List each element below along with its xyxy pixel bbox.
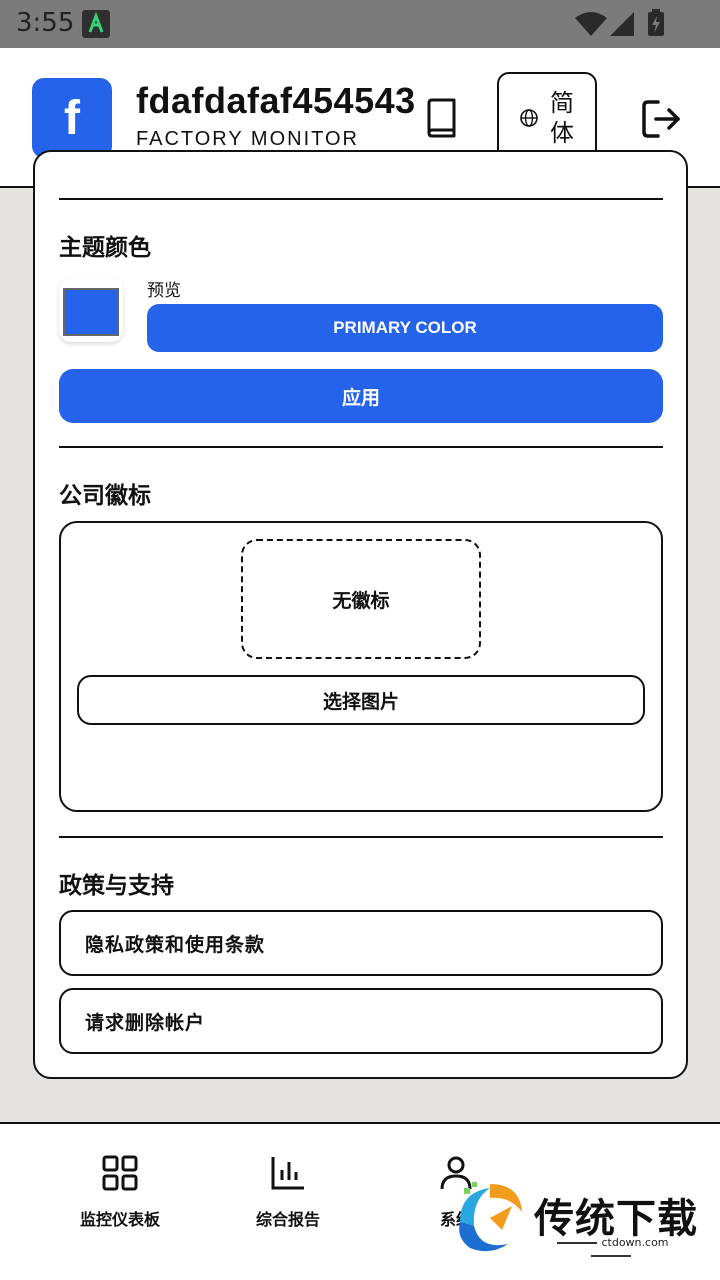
nav-reports-label: 综合报告 [255,1210,320,1229]
divider [59,198,663,200]
app-name: fdafdafaf454543 [136,80,416,121]
signal-icon [610,12,634,36]
logo-placeholder: 无徽标 [241,539,481,659]
settings-card: 主题颜色 预览 PRIMARY COLOR 应用 公司徽标 无徽标 选择图片 政… [33,150,688,1079]
bar-chart-icon [271,1157,304,1190]
selected-color [63,288,119,336]
company-logo-title: 公司徽标 [59,483,151,509]
book-icon [427,98,456,138]
primary-color-button[interactable]: PRIMARY COLOR [147,304,663,352]
no-logo-text: 无徽标 [332,589,390,612]
divider [59,446,663,448]
policy-title: 政策与支持 [59,873,174,899]
choose-image-button[interactable]: 选择图片 [77,675,645,725]
nav-dashboard[interactable]: 监控仪表板 [50,1154,190,1230]
logout-icon [642,100,680,138]
preview-label: 预览 [147,281,181,301]
nav-reports[interactable]: 综合报告 [218,1154,358,1230]
grid-icon [102,1155,138,1191]
logout-button[interactable] [638,96,684,142]
color-swatch[interactable] [59,278,123,342]
apply-button[interactable]: 应用 [59,369,663,423]
globe-icon [520,109,538,127]
divider [59,836,663,838]
watermark-url: ctdown.com [534,1236,688,1262]
logo-upload-box: 无徽标 选择图片 [59,521,663,812]
language-label: 简体 [550,89,574,147]
status-bar: 3:55 [0,0,720,48]
company-logo: f [32,78,112,158]
privacy-policy-button[interactable]: 隐私政策和使用条款 [59,910,663,976]
watermark: 传统下载 ctdown.com [450,1178,700,1258]
delete-account-button[interactable]: 请求删除帐户 [59,988,663,1054]
nav-dashboard-label: 监控仪表板 [79,1210,160,1229]
app-notification-icon [82,10,110,38]
wifi-icon [575,12,607,36]
app-subtitle: FACTORY MONITOR [136,128,359,150]
manual-button[interactable] [420,96,464,140]
theme-color-title: 主题颜色 [59,235,151,261]
status-time: 3:55 [16,8,75,38]
logo-letter: f [64,91,80,145]
battery-icon [648,9,664,36]
watermark-logo-icon [459,1182,522,1252]
